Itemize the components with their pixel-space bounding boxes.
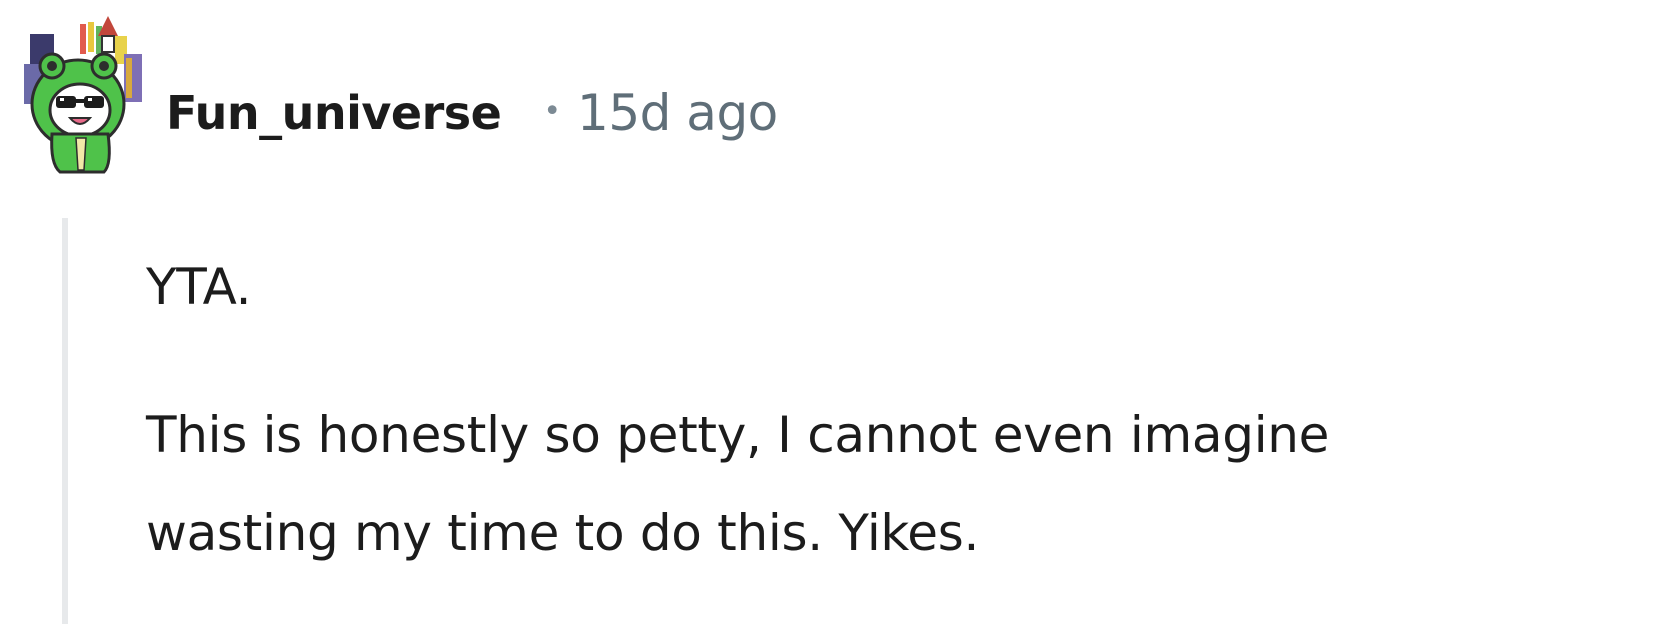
- timestamp-link[interactable]: 15d ago: [577, 84, 778, 142]
- avatar[interactable]: [20, 14, 144, 174]
- frog-hood-snoo-avatar-icon: [24, 16, 142, 174]
- comment-paragraph-line: This is honestly so petty, I cannot even…: [146, 406, 1330, 464]
- meta-separator: •: [543, 93, 562, 129]
- comment-paragraph-line: wasting my time to do this. Yikes.: [146, 504, 980, 562]
- username-link[interactable]: Fun_universe: [166, 86, 502, 140]
- comment: Fun_universe • 15d ago YTA. This is hone…: [0, 0, 1663, 624]
- comment-header: Fun_universe • 15d ago: [166, 78, 778, 148]
- comment-body: YTA. This is honestly so petty, I cannot…: [146, 238, 1626, 582]
- comment-paragraph: YTA.: [146, 258, 252, 316]
- thread-line[interactable]: [62, 218, 68, 624]
